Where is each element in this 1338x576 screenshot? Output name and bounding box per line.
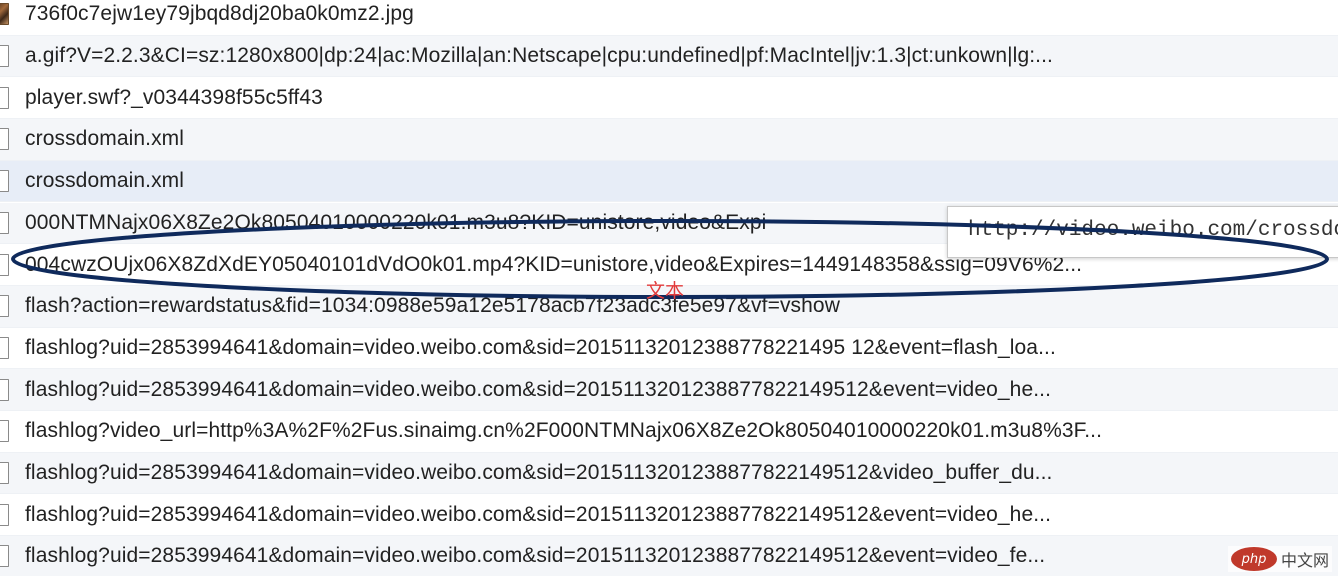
request-name: flashlog?video_url=http%3A%2F%2Fus.sinai… (25, 419, 1103, 443)
file-icon (0, 45, 9, 68)
request-row[interactable]: crossdomain.xml (0, 119, 1338, 161)
request-row[interactable]: 736f0c7ejw1ey79jbqd8dj20ba0k0mz2.jpg (0, 0, 1338, 36)
file-icon (0, 295, 9, 318)
request-name: flashlog?uid=2853994641&domain=video.wei… (25, 377, 1052, 401)
request-row[interactable]: flashlog?uid=2853994641&domain=video.wei… (0, 494, 1338, 537)
url-tooltip: http://video.weibo.com/crossdo (947, 206, 1338, 258)
watermark-text: 中文网 (1280, 551, 1329, 570)
file-icon (0, 503, 9, 526)
request-name: 004cwzOUjx06X8ZdXdEY05040101dVdO0k01.mp4… (25, 252, 1083, 276)
file-icon (0, 211, 9, 234)
file-icon (0, 253, 9, 276)
request-list: 736f0c7ejw1ey79jbqd8dj20ba0k0mz2.jpg a.gi… (0, 0, 1338, 576)
request-row[interactable]: flashlog?uid=2853994641&domain=video.wei… (0, 536, 1338, 576)
request-name: flashlog?uid=2853994641&domain=video.wei… (25, 335, 1056, 359)
file-icon (0, 170, 9, 193)
request-row[interactable]: flashlog?uid=2853994641&domain=video.wei… (0, 452, 1338, 495)
file-icon (0, 420, 9, 443)
file-icon (0, 378, 9, 401)
request-name: a.gif?V=2.2.3&CI=sz:1280x800|dp:24|ac:Mo… (25, 44, 1053, 68)
request-row[interactable]: a.gif?V=2.2.3&CI=sz:1280x800|dp:24|ac:Mo… (0, 35, 1338, 78)
file-icon (0, 545, 9, 568)
request-row[interactable]: player.swf?_v0344398f55c5ff43 (0, 77, 1338, 120)
request-name: crossdomain.xml (25, 169, 185, 193)
tooltip-text: http://video.weibo.com/crossdo (968, 219, 1338, 242)
file-icon (0, 336, 9, 359)
file-icon (0, 86, 9, 109)
image-thumbnail-icon (0, 3, 9, 26)
request-name: crossdomain.xml (25, 127, 185, 151)
request-name: player.swf?_v0344398f55c5ff43 (25, 85, 323, 109)
request-row[interactable]: crossdomain.xml (0, 160, 1338, 203)
php-logo-icon: php (1230, 547, 1277, 571)
request-row[interactable]: flashlog?uid=2853994641&domain=video.wei… (0, 369, 1338, 411)
site-watermark: php 中文网 (1227, 546, 1332, 572)
file-icon (0, 462, 9, 485)
network-panel: 736f0c7ejw1ey79jbqd8dj20ba0k0mz2.jpg a.gi… (0, 0, 1338, 576)
request-row[interactable]: flashlog?video_url=http%3A%2F%2Fus.sinai… (0, 411, 1338, 453)
request-name: flashlog?uid=2853994641&domain=video.wei… (25, 461, 1053, 485)
request-row[interactable]: flash?action=rewardstatus&fid=1034:0988e… (0, 285, 1338, 328)
request-name: flashlog?uid=2853994641&domain=video.wei… (25, 502, 1052, 526)
request-name: flash?action=rewardstatus&fid=1034:0988e… (25, 294, 840, 318)
request-name: flashlog?uid=2853994641&domain=video.wei… (25, 544, 1046, 568)
request-name: 736f0c7ejw1ey79jbqd8dj20ba0k0mz2.jpg (25, 2, 414, 26)
file-icon (0, 128, 9, 151)
request-row[interactable]: flashlog?uid=2853994641&domain=video.wei… (0, 327, 1338, 370)
request-name: 000NTMNajx06X8Ze2Ok80504010000220k01.m3u… (25, 210, 767, 234)
